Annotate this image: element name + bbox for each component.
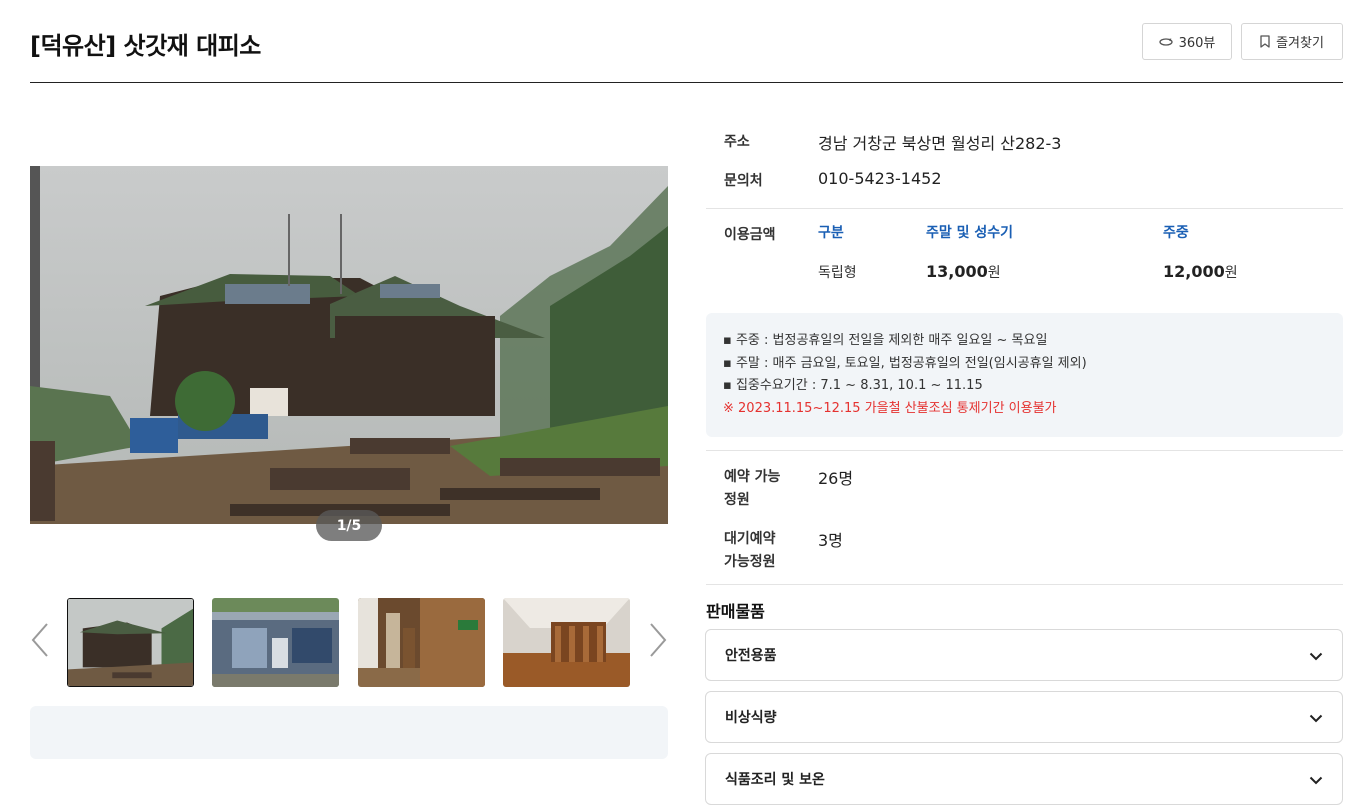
notice-line: ▪ 주말 : 매주 금요일, 토요일, 법정공휴일의 전일(임시공휴일 제외)	[723, 355, 1087, 371]
thumbnail-1[interactable]	[67, 598, 194, 687]
photo-counter: 1/5	[316, 510, 382, 541]
accordion-emergency-food[interactable]: 비상식량	[705, 691, 1343, 743]
sales-title: 판매물품	[706, 602, 765, 621]
main-photo[interactable]	[30, 166, 668, 524]
favorite-button[interactable]: 즐겨찾기	[1241, 23, 1343, 60]
thumbnail-next-button[interactable]	[646, 622, 670, 662]
fee-weekday-value: 12,000원	[1163, 262, 1238, 281]
thumbnail-4[interactable]	[503, 598, 630, 687]
view-360-label: 360뷰	[1178, 36, 1216, 51]
thumbnail-3[interactable]	[358, 598, 485, 687]
info-divider	[706, 208, 1343, 209]
notice-warning: ※ 2023.11.15~12.15 가을철 산불조심 통제기간 이용불가	[723, 400, 1057, 416]
sales-divider	[706, 584, 1343, 585]
chevron-left-icon	[30, 622, 50, 662]
address-value: 경남 거창군 북상면 월성리 산282-3	[818, 134, 1062, 153]
title-divider	[30, 82, 1343, 83]
panorama-360-icon	[1158, 37, 1173, 47]
fee-header-weekend: 주말 및 성수기	[926, 225, 1014, 241]
waitlist-value: 3명	[818, 531, 843, 550]
accordion-safety-gear[interactable]: 안전용품	[705, 629, 1343, 681]
accordion-label: 안전용품	[725, 648, 777, 664]
notice-line: ▪ 집중수요기간 : 7.1 ~ 8.31, 10.1 ~ 11.15	[723, 378, 983, 393]
chevron-right-icon	[648, 622, 668, 662]
chevron-down-icon	[1309, 646, 1323, 665]
fee-notice-box: ▪ 주중 : 법정공휴일의 전일을 제외한 매주 일요일 ~ 목요일 ▪ 주말 …	[706, 313, 1343, 437]
fee-header-type: 구분	[818, 225, 844, 241]
thumbnail-prev-button[interactable]	[28, 622, 52, 662]
notice-line: ▪ 주중 : 법정공휴일의 전일을 제외한 매주 일요일 ~ 목요일	[723, 333, 1048, 348]
page-title: [덕유산] 삿갓재 대피소	[30, 32, 261, 60]
accordion-label: 식품조리 및 보온	[725, 772, 825, 788]
accordion-label: 비상식량	[725, 710, 777, 726]
capacity-divider	[706, 450, 1343, 451]
chevron-down-icon	[1309, 770, 1323, 789]
gallery-description-box	[30, 706, 668, 759]
view-360-button[interactable]: 360뷰	[1142, 23, 1232, 60]
fee-header-weekday: 주중	[1163, 225, 1189, 241]
waitlist-label-line2: 가능정원	[724, 554, 776, 570]
waitlist-label: 대기예약	[724, 531, 776, 547]
accordion-cooking-warming[interactable]: 식품조리 및 보온	[705, 753, 1343, 805]
capacity-label-line2: 정원	[724, 492, 750, 508]
bookmark-icon	[1260, 35, 1270, 48]
fee-type-value: 독립형	[818, 265, 857, 281]
capacity-value: 26명	[818, 469, 854, 488]
capacity-label: 예약 가능	[724, 469, 781, 485]
contact-value: 010-5423-1452	[818, 169, 942, 188]
contact-label: 문의처	[724, 173, 763, 189]
thumbnail-2[interactable]	[212, 598, 339, 687]
chevron-down-icon	[1309, 708, 1323, 727]
fee-weekend-value: 13,000원	[926, 262, 1001, 281]
address-label: 주소	[724, 134, 750, 150]
favorite-label: 즐겨찾기	[1276, 36, 1324, 51]
fee-label: 이용금액	[724, 227, 776, 243]
